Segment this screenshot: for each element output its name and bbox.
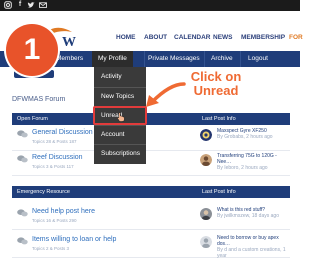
last-post-title[interactable]: Need to borrow or buy apex dos… (217, 235, 289, 247)
subnav-divider (204, 51, 205, 67)
forum-row[interactable]: Reef Discussion Topics 3 & Posts 117 Tra… (12, 151, 290, 176)
callout-arrow-icon (146, 82, 186, 107)
last-post-info: Maxspect Gyre XF250 By Grobabs, 2 hours … (217, 128, 289, 140)
forum-stats: Topics 3 & Posts 117 (32, 164, 74, 169)
section-title: Emergency Resource (17, 189, 70, 195)
hand-cursor-icon (117, 112, 125, 122)
subnav-private-messages[interactable]: Private Messages (148, 51, 200, 67)
forum-row[interactable]: Need help post here Topics 16 & Posts 29… (12, 205, 290, 230)
last-post-meta: By Ieboro, 2 hours ago (217, 165, 268, 171)
subnav-members[interactable]: Members (56, 51, 83, 67)
subnav-divider (240, 51, 241, 67)
section-title: Open Forum (17, 116, 48, 122)
dropdown-item-new-topics[interactable]: New Topics (94, 87, 146, 107)
forum-row[interactable]: General Discussion Topics 28 & Posts 187… (12, 126, 290, 151)
nav-news[interactable]: NEWS (213, 34, 233, 41)
dropdown-item-account[interactable]: Account (94, 125, 146, 145)
last-post-title[interactable]: Transferring 75G to 120G - Nee… (217, 153, 289, 165)
nav-membership[interactable]: MEMBERSHIP (241, 34, 285, 41)
forum-row[interactable]: Items willing to loan or help Topics 2 &… (12, 233, 290, 259)
twitter-icon[interactable] (27, 1, 35, 9)
dropdown-item-subscriptions[interactable]: Subscriptions (94, 144, 146, 164)
email-icon[interactable] (39, 1, 47, 9)
chat-bubbles-icon (17, 237, 28, 245)
forum-title-link[interactable]: Need help post here (32, 208, 95, 215)
subnav-logout[interactable]: Logout (248, 51, 268, 67)
social-bar: f (0, 0, 300, 11)
section-header-emergency-resource: Emergency Resource Last Post Info (12, 186, 290, 198)
forum-stats: Topics 28 & Posts 187 (32, 139, 77, 144)
last-post-info: What is this red stuff? By jwilkmszew, 1… (217, 207, 289, 219)
last-post-header: Last Post Info (202, 189, 236, 195)
last-post-meta: By jwilkmszew, 18 days ago (217, 213, 279, 219)
forum-title-link[interactable]: Reef Discussion (32, 154, 83, 161)
last-post-header: Last Post Info (202, 116, 236, 122)
avatar[interactable] (200, 236, 212, 248)
nav-about[interactable]: ABOUT (144, 34, 167, 41)
forum-stats: Topics 16 & Posts 290 (32, 218, 77, 223)
subnav-archive[interactable]: Archive (211, 51, 233, 67)
chat-bubbles-icon (17, 155, 28, 163)
avatar[interactable] (200, 129, 212, 141)
step-number-badge: 1 (6, 24, 58, 76)
chat-bubbles-icon (17, 130, 28, 138)
nav-calendar[interactable]: CALENDAR (174, 34, 210, 41)
facebook-icon[interactable]: f (16, 1, 24, 9)
last-post-info: Transferring 75G to 120G - Nee… By Iebor… (217, 153, 289, 171)
avatar[interactable] (200, 154, 212, 166)
section-header-open-forum: Open Forum Last Post Info (12, 113, 290, 125)
avatar[interactable] (200, 208, 212, 220)
last-post-info: Need to borrow or buy apex dos… By d and… (217, 235, 289, 259)
chat-bubbles-icon (17, 209, 28, 217)
subnav-divider (144, 51, 145, 67)
subnav-my-profile[interactable]: My Profile (92, 51, 133, 67)
forum-stats: Topics 2 & Posts 3 (32, 246, 70, 251)
instagram-icon[interactable] (4, 1, 12, 9)
last-post-meta: By d and a custom creations, 1 year (217, 247, 286, 259)
nav-forum[interactable]: FOR (289, 34, 303, 41)
forum-title: DFWMAS Forum (12, 96, 66, 103)
dropdown-item-activity[interactable]: Activity (94, 67, 146, 87)
last-post-meta: By Grobabs, 2 hours ago (217, 134, 273, 140)
forum-title-link[interactable]: General Discussion (32, 129, 93, 136)
nav-home[interactable]: HOME (116, 34, 136, 41)
svg-text:W: W (62, 35, 76, 48)
forum-title-link[interactable]: Items willing to loan or help (32, 236, 116, 243)
